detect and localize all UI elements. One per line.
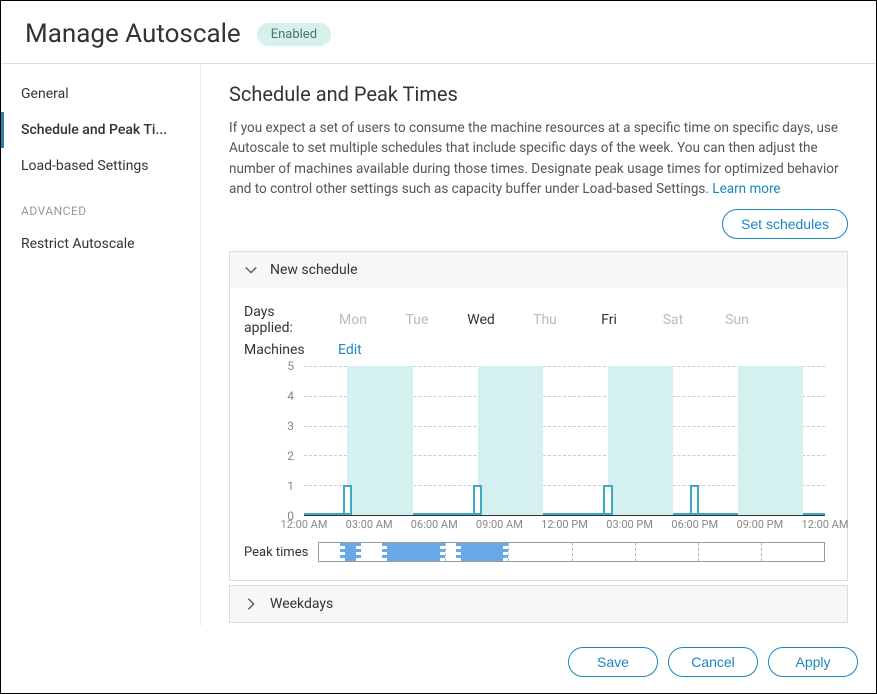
sidebar-item-schedule[interactable]: Schedule and Peak Ti... [1, 112, 200, 148]
chart-bar [343, 485, 352, 515]
sidebar-item-restrict[interactable]: Restrict Autoscale [1, 226, 200, 262]
peak-divider [698, 543, 699, 561]
cancel-button[interactable]: Cancel [668, 647, 758, 677]
x-tick: 09:00 PM [737, 518, 784, 531]
shaded-band [478, 366, 543, 515]
sidebar-section-advanced: ADVANCED [1, 184, 200, 226]
peak-divider [761, 543, 762, 561]
apply-button[interactable]: Apply [768, 647, 858, 677]
x-tick: 12:00 AM [802, 518, 849, 531]
section-description: If you expect a set of users to consume … [229, 118, 848, 199]
section-heading: Schedule and Peak Times [229, 82, 848, 106]
x-tick: 06:00 PM [671, 518, 718, 531]
x-tick: 09:00 AM [476, 518, 523, 531]
x-tick: 03:00 PM [606, 518, 653, 531]
chart-bar [603, 485, 612, 515]
y-tick: 4 [287, 389, 294, 403]
panel-title: New schedule [270, 262, 358, 278]
new-schedule-panel: New schedule Days applied: Mon Tue Wed Thu F… [229, 251, 848, 581]
x-tick: 03:00 AM [346, 518, 393, 531]
sidebar-item-load-settings[interactable]: Load-based Settings [1, 148, 200, 184]
page-title: Manage Autoscale [25, 19, 241, 49]
day-mon: Mon [338, 312, 368, 328]
peak-block[interactable] [340, 543, 361, 561]
shaded-band [738, 366, 803, 515]
peak-block[interactable] [456, 543, 509, 561]
peak-divider [508, 543, 509, 561]
x-tick: 12:00 AM [281, 518, 328, 531]
shaded-band [347, 366, 412, 515]
status-badge: Enabled [257, 23, 331, 46]
chevron-right-icon [244, 597, 258, 611]
peak-times-track[interactable] [318, 542, 825, 562]
x-tick: 06:00 AM [411, 518, 458, 531]
y-tick: 1 [287, 479, 294, 493]
save-button[interactable]: Save [568, 647, 658, 677]
day-fri: Fri [594, 312, 624, 328]
peak-block[interactable] [382, 543, 445, 561]
y-tick: 5 [287, 359, 294, 373]
sidebar: General Schedule and Peak Ti... Load-bas… [1, 64, 201, 626]
chart-bar [690, 485, 699, 515]
day-thu: Thu [530, 312, 560, 328]
days-applied-label: Days applied: [244, 304, 326, 336]
set-schedules-button[interactable]: Set schedules [722, 209, 848, 239]
y-tick: 3 [287, 419, 294, 433]
weekdays-panel-header[interactable]: Weekdays [230, 586, 847, 622]
x-tick: 12:00 PM [541, 518, 588, 531]
shaded-band [608, 366, 673, 515]
peak-divider [445, 543, 446, 561]
day-wed: Wed [466, 312, 496, 328]
days-list: Mon Tue Wed Thu Fri Sat Sun [338, 312, 752, 328]
sidebar-item-general[interactable]: General [1, 76, 200, 112]
day-sun: Sun [722, 312, 752, 328]
peak-divider [635, 543, 636, 561]
learn-more-link[interactable]: Learn more [712, 181, 780, 197]
day-sat: Sat [658, 312, 688, 328]
day-tue: Tue [402, 312, 432, 328]
panel-title: Weekdays [270, 596, 333, 612]
peak-divider [572, 543, 573, 561]
edit-machines-link[interactable]: Edit [338, 342, 362, 358]
machines-chart: 012345 12:00 AM03:00 AM06:00 AM09:00 AM1… [244, 366, 833, 536]
chart-bar [473, 485, 482, 515]
chevron-down-icon [244, 263, 258, 277]
y-tick: 2 [287, 449, 294, 463]
machines-label: Machines [244, 342, 326, 358]
weekdays-panel: Weekdays [229, 585, 848, 623]
new-schedule-panel-header[interactable]: New schedule [230, 252, 847, 288]
peak-times-label: Peak times [244, 545, 318, 560]
